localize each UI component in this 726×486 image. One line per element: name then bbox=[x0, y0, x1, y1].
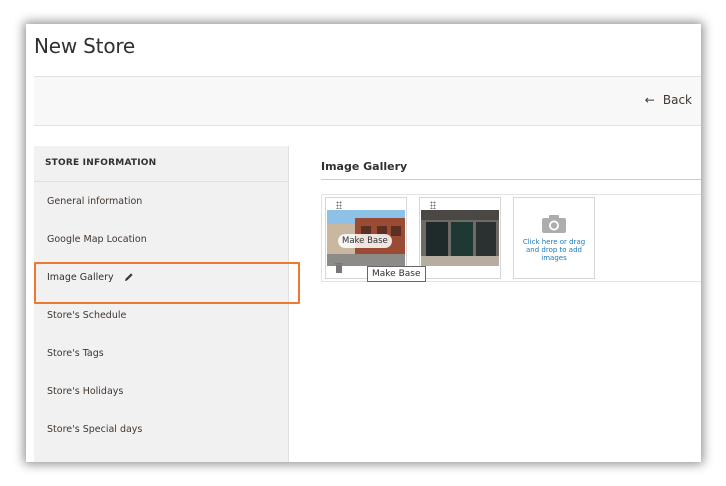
sidebar-item-label: Store's Special days bbox=[47, 423, 143, 435]
camera-icon bbox=[542, 215, 566, 233]
sidebar-item-label: Google Map Location bbox=[47, 233, 147, 245]
back-button-label: Back bbox=[662, 93, 692, 107]
image-upload-dropzone[interactable]: Click here or drag and drop to add image… bbox=[513, 197, 595, 279]
sidebar-item-label: Store's Holidays bbox=[47, 385, 124, 397]
gallery-section: Image Gallery Make Base Make Base Click … bbox=[321, 160, 701, 282]
pencil-icon bbox=[124, 273, 133, 281]
browser-frame: New Store ← Back STORE INFORMATION Gener… bbox=[26, 24, 701, 462]
sidebar-item-stores-schedule[interactable]: Store's Schedule bbox=[34, 296, 288, 334]
sidebar-item-image-gallery[interactable]: Image Gallery bbox=[34, 258, 288, 296]
make-base-tooltip: Make Base bbox=[367, 266, 426, 282]
sidebar-header: STORE INFORMATION bbox=[34, 146, 288, 182]
storefront-photo-image bbox=[421, 210, 499, 266]
make-base-label[interactable]: Make Base bbox=[338, 234, 392, 248]
drag-handle-icon[interactable] bbox=[430, 201, 436, 209]
back-arrow-icon: ← bbox=[644, 93, 655, 107]
gallery-image[interactable] bbox=[419, 197, 501, 279]
image-gallery: Make Base Make Base Click here or drag a… bbox=[321, 194, 701, 282]
sidebar-item-stores-special-days[interactable]: Store's Special days bbox=[34, 410, 288, 448]
store-sidebar: STORE INFORMATION General information Go… bbox=[34, 146, 289, 462]
sidebar-item-general-information[interactable]: General information bbox=[34, 182, 288, 220]
sidebar-item-label: Store's Tags bbox=[47, 347, 104, 359]
section-title: Image Gallery bbox=[321, 160, 701, 180]
back-button[interactable]: ← Back bbox=[645, 93, 692, 107]
sidebar-item-stores-holidays[interactable]: Store's Holidays bbox=[34, 372, 288, 410]
sidebar-item-label: Image Gallery bbox=[47, 271, 114, 283]
sidebar-item-label: Store's Schedule bbox=[47, 309, 127, 321]
drag-handle-icon[interactable] bbox=[336, 201, 342, 209]
sidebar-item-stores-tags[interactable]: Store's Tags bbox=[34, 334, 288, 372]
page-actions-bar: ← Back bbox=[34, 76, 701, 126]
sidebar-item-google-map-location[interactable]: Google Map Location bbox=[34, 220, 288, 258]
upload-instructions: Click here or drag and drop to add image… bbox=[522, 238, 586, 262]
sidebar-item-label: General information bbox=[47, 195, 143, 207]
trash-icon[interactable] bbox=[334, 262, 344, 274]
page-title: New Store bbox=[34, 34, 136, 58]
